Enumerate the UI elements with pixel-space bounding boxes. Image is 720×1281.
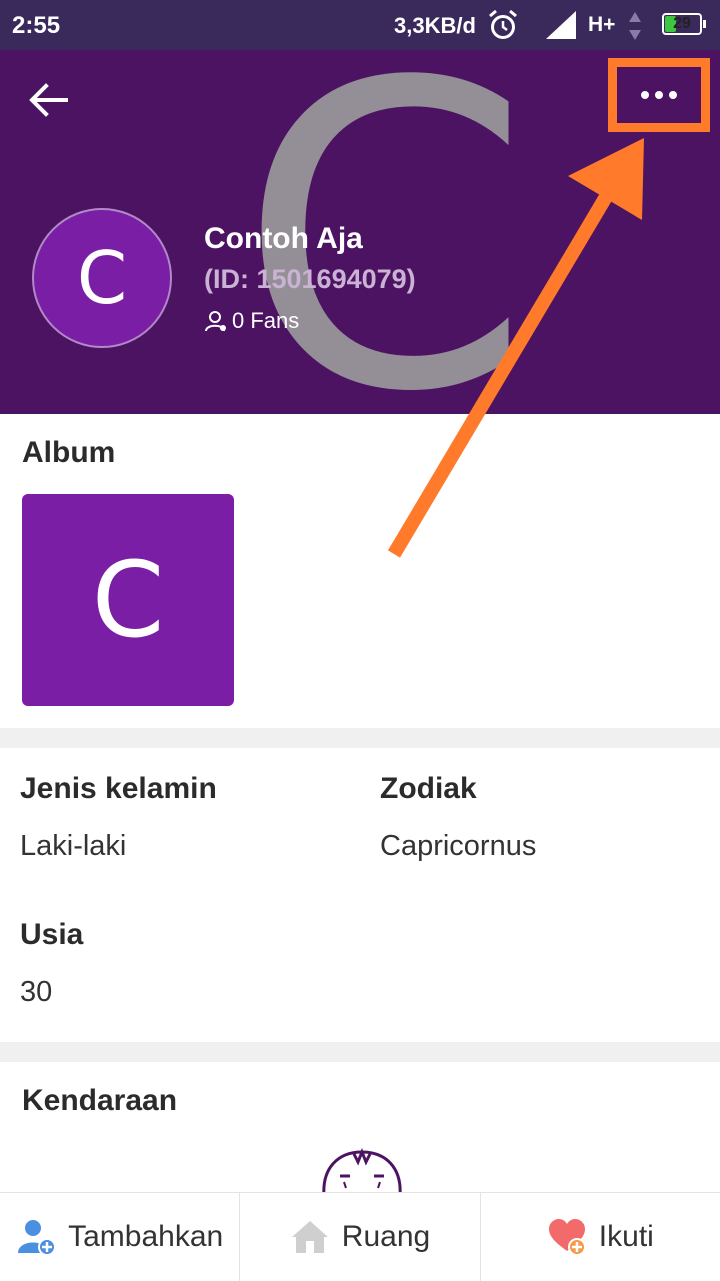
status-network-type: H+: [588, 13, 616, 36]
age-label: Usia: [20, 918, 84, 951]
add-friend-icon: [18, 1220, 57, 1256]
vehicle-title: Kendaraan: [22, 1084, 178, 1117]
profile-id: (ID: 1501694079): [204, 264, 416, 294]
section-divider: [0, 728, 720, 748]
fans-label: 0 Fans: [232, 308, 300, 333]
gender-label: Jenis kelamin: [20, 772, 217, 805]
profile-name: Contoh Aja: [204, 222, 363, 255]
section-divider: [0, 1042, 720, 1062]
zodiac-label: Zodiak: [380, 772, 477, 805]
alarm-icon: [489, 9, 517, 39]
fans-count[interactable]: 0 Fans: [204, 308, 299, 334]
room-label: Ruang: [341, 1220, 431, 1253]
data-activity-icon: [629, 12, 641, 40]
follow-button[interactable]: Ikuti: [479, 1193, 720, 1281]
status-network-speed: 3,3KB/d: [394, 13, 476, 38]
empty-face-icon: [322, 1148, 402, 1197]
fans-user-icon: [205, 311, 226, 332]
add-friend-button[interactable]: Tambahkan: [0, 1193, 239, 1281]
add-friend-label: Tambahkan: [68, 1220, 224, 1253]
back-arrow-icon[interactable]: [26, 80, 74, 120]
zodiac-value: Capricornus: [380, 830, 537, 862]
age-value: 30: [20, 976, 53, 1008]
signal-icon: [546, 11, 576, 39]
heart-plus-icon: [548, 1219, 586, 1256]
more-dots-icon: [641, 91, 677, 99]
bottom-action-bar: Tambahkan Ruang Ikuti: [0, 1192, 720, 1281]
home-icon: [291, 1221, 328, 1253]
more-options-button[interactable]: [608, 58, 710, 132]
battery-icon: 29: [662, 13, 706, 35]
avatar[interactable]: C: [32, 208, 172, 348]
room-button[interactable]: Ruang: [239, 1193, 479, 1281]
battery-level: 29: [673, 15, 691, 32]
profile-header: C C Contoh Aja (ID: 1501694079) 0 Fans: [0, 50, 720, 414]
status-bar: 2:55 3,3KB/d H+ 29: [0, 0, 720, 50]
album-thumbnail[interactable]: C: [22, 494, 234, 706]
gender-value: Laki-laki: [20, 830, 127, 862]
album-title: Album: [22, 436, 116, 469]
status-time: 2:55: [12, 12, 61, 39]
follow-label: Ikuti: [598, 1220, 654, 1253]
